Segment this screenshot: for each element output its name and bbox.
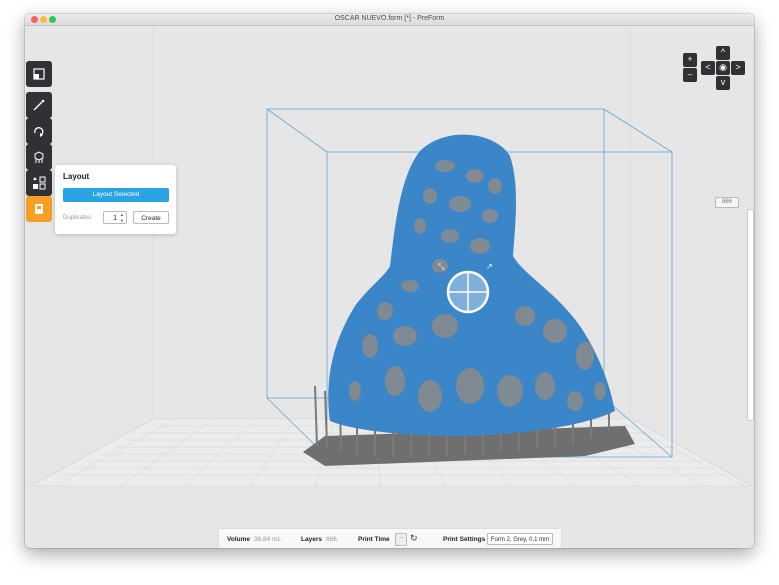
title-bar: OSCAR NUEVO.form [*] - PreForm	[25, 14, 754, 26]
svg-text:↗: ↗	[486, 262, 493, 271]
print-tool[interactable]	[26, 196, 52, 222]
layout-selected-button[interactable]: Layout Selected	[63, 188, 169, 202]
refresh-estimate-icon[interactable]: ↻	[410, 533, 420, 543]
supports-tool[interactable]	[26, 144, 52, 170]
window-title: OSCAR NUEVO.form [*] - PreForm	[334, 15, 445, 22]
pan-left-button[interactable]: <	[701, 61, 715, 75]
stepper-arrows-icon[interactable]: ▲ ▼	[120, 212, 124, 224]
printer-icon	[35, 204, 43, 214]
duplicates-label: Duplicates	[63, 215, 92, 221]
layout-tool[interactable]	[26, 170, 52, 196]
svg-text:⤡: ⤡	[438, 262, 445, 271]
layout-panel: Layout Layout Selected Duplicates 1 ▲ ▼ C…	[55, 165, 176, 234]
panel-title: Layout	[63, 172, 90, 181]
magic-wand-tool[interactable]	[26, 92, 52, 118]
zoom-in-button[interactable]: +	[683, 53, 697, 67]
layer-slider-value: 866	[715, 197, 739, 208]
volume-stat: Volume 36.84 mL	[227, 536, 282, 543]
print-settings-label: Print Settings	[443, 536, 486, 543]
3d-viewport[interactable]: ⤡ ↗ Layout Layout Selected Duplicates 1 …	[25, 26, 754, 548]
magic-wand-icon	[33, 99, 45, 111]
print-settings-select[interactable]: Form 2, Grey, 0.1 mm	[487, 533, 553, 545]
layer-slider[interactable]	[747, 209, 754, 421]
scene-canvas[interactable]: ⤡ ↗	[25, 26, 754, 548]
create-button[interactable]: Create	[133, 211, 169, 224]
preform-window: OSCAR NUEVO.form [*] - PreForm ⤡ ↗ Layou…	[25, 14, 754, 548]
duplicates-value: 1	[113, 215, 117, 222]
status-bar: Volume 36.84 mL Layers 866 Print Time -- ↻…	[218, 528, 562, 548]
scale-icon	[33, 68, 45, 80]
layers-stat: Layers 866	[301, 536, 337, 543]
duplicates-stepper[interactable]: 1 ▲ ▼	[103, 211, 127, 224]
scale-tool[interactable]	[26, 61, 52, 87]
print-time-value: --	[395, 533, 407, 546]
orient-tool[interactable]	[26, 118, 52, 144]
print-time-label: Print Time	[358, 536, 390, 543]
layout-icon	[33, 176, 46, 190]
pan-up-button[interactable]: ^	[716, 46, 730, 60]
eye-view-icon[interactable]: ◉	[716, 61, 730, 75]
zoom-out-button[interactable]: –	[683, 68, 697, 82]
supports-icon	[34, 151, 44, 163]
rotate-icon	[34, 127, 44, 137]
pan-down-button[interactable]: v	[716, 76, 730, 90]
pan-right-button[interactable]: >	[731, 61, 745, 75]
